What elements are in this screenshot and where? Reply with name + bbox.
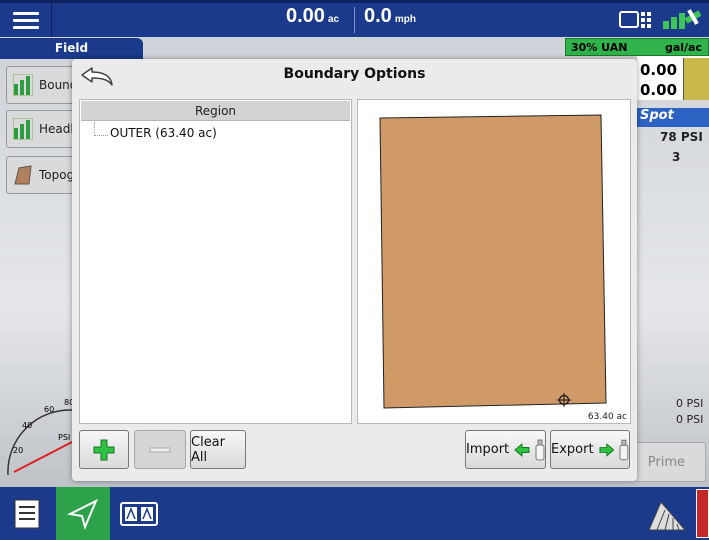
display-icon[interactable] <box>619 9 653 31</box>
gps-signal-icon[interactable] <box>661 7 703 33</box>
headland-button-label: Headl <box>39 122 74 136</box>
implement-button[interactable] <box>640 487 694 540</box>
import-button[interactable]: Import <box>465 430 546 469</box>
minus-icon <box>149 447 171 452</box>
pressure-gauge: 20 40 60 80 PSI <box>7 398 72 476</box>
region-column-header: Region <box>81 101 350 121</box>
top-bar: 0.00 ac 0.0 mph <box>0 0 709 37</box>
prime-label: Prime <box>647 454 685 470</box>
guidance-icon <box>67 498 98 530</box>
clear-all-label: Clear All <box>191 434 225 465</box>
gauge-tick: 40 <box>22 421 32 430</box>
spot-label: Spot <box>637 108 709 127</box>
usb-icon <box>619 439 629 460</box>
product-rate-actual: 0.00 <box>640 81 678 99</box>
section-count: 3 <box>672 150 681 164</box>
product-name: 30% UAN <box>571 40 628 54</box>
headland-button[interactable]: Headl <box>6 110 76 148</box>
pressure-row-1: 0 PSI <box>676 397 704 410</box>
split-screen-button[interactable] <box>112 487 166 540</box>
implement-icon <box>648 500 687 530</box>
bottom-bar <box>0 487 709 540</box>
area-readout: 0.00 ac <box>286 5 339 28</box>
topography-button-label: Topog <box>39 168 75 182</box>
arrow-left-icon <box>514 442 530 457</box>
pressure-readout: 78 PSI <box>660 130 703 144</box>
dialog-header: Boundary Options <box>72 59 637 92</box>
remove-region-button[interactable] <box>134 430 186 469</box>
arrow-right-icon <box>599 442 614 457</box>
tree-connector <box>94 122 108 136</box>
split-screen-icon <box>120 501 158 526</box>
speed-readout: 0.0 mph <box>364 5 416 28</box>
topography-button[interactable]: Topog <box>6 156 76 194</box>
region-item[interactable]: OUTER (63.40 ac) <box>110 126 351 140</box>
product-header[interactable]: 30% UAN gal/ac <box>565 38 709 56</box>
boundary-button-label: Bound <box>39 78 76 92</box>
pressure-row-2: 0 PSI <box>676 413 704 426</box>
document-icon <box>14 499 40 528</box>
product-unit: gal/ac <box>664 40 702 54</box>
speed-unit: mph <box>394 14 416 25</box>
readout-divider <box>354 7 355 33</box>
clear-all-button[interactable]: Clear All <box>190 430 246 469</box>
topography-icon <box>14 165 32 185</box>
product-rate-target: 0.00 <box>640 61 678 79</box>
bar-chart-icon <box>13 118 33 140</box>
alert-indicator[interactable] <box>696 489 709 538</box>
prime-button[interactable]: Prime <box>634 442 706 482</box>
boundary-button[interactable]: Bound <box>6 66 76 104</box>
plus-icon <box>93 439 115 460</box>
usb-icon <box>535 439 545 460</box>
area-unit: ac <box>327 14 340 25</box>
status-icons <box>619 7 703 33</box>
boundary-preview: 63.40 ac <box>357 99 631 424</box>
gauge-tick: 60 <box>44 405 54 414</box>
menu-icon <box>12 11 39 15</box>
gauge-tick: 20 <box>13 446 23 455</box>
field-tab[interactable]: Field <box>0 38 143 59</box>
field-boundary-shape[interactable] <box>379 114 607 409</box>
export-label: Export <box>551 442 594 457</box>
boundary-map <box>379 114 607 409</box>
speed-value: 0.0 <box>364 5 392 27</box>
gauge-label: PSI <box>58 433 70 442</box>
document-button[interactable] <box>0 487 54 540</box>
rate-indicator <box>683 58 709 100</box>
menu-button[interactable] <box>0 3 52 37</box>
bar-chart-icon <box>13 74 33 96</box>
add-region-button[interactable] <box>79 430 129 469</box>
import-label: Import <box>466 442 510 457</box>
region-list: Region OUTER (63.40 ac) <box>79 99 352 424</box>
preview-area-label: 63.40 ac <box>587 412 627 422</box>
back-icon[interactable] <box>78 63 118 89</box>
guidance-button[interactable] <box>56 487 110 540</box>
export-button[interactable]: Export <box>550 430 630 469</box>
area-value: 0.00 <box>286 5 325 27</box>
boundary-options-dialog: Boundary Options Region OUTER (63.40 ac)… <box>72 59 637 481</box>
dialog-title: Boundary Options <box>283 66 426 82</box>
gauge-tick: 80 <box>64 398 72 407</box>
region-tree: OUTER (63.40 ac) <box>80 122 351 140</box>
